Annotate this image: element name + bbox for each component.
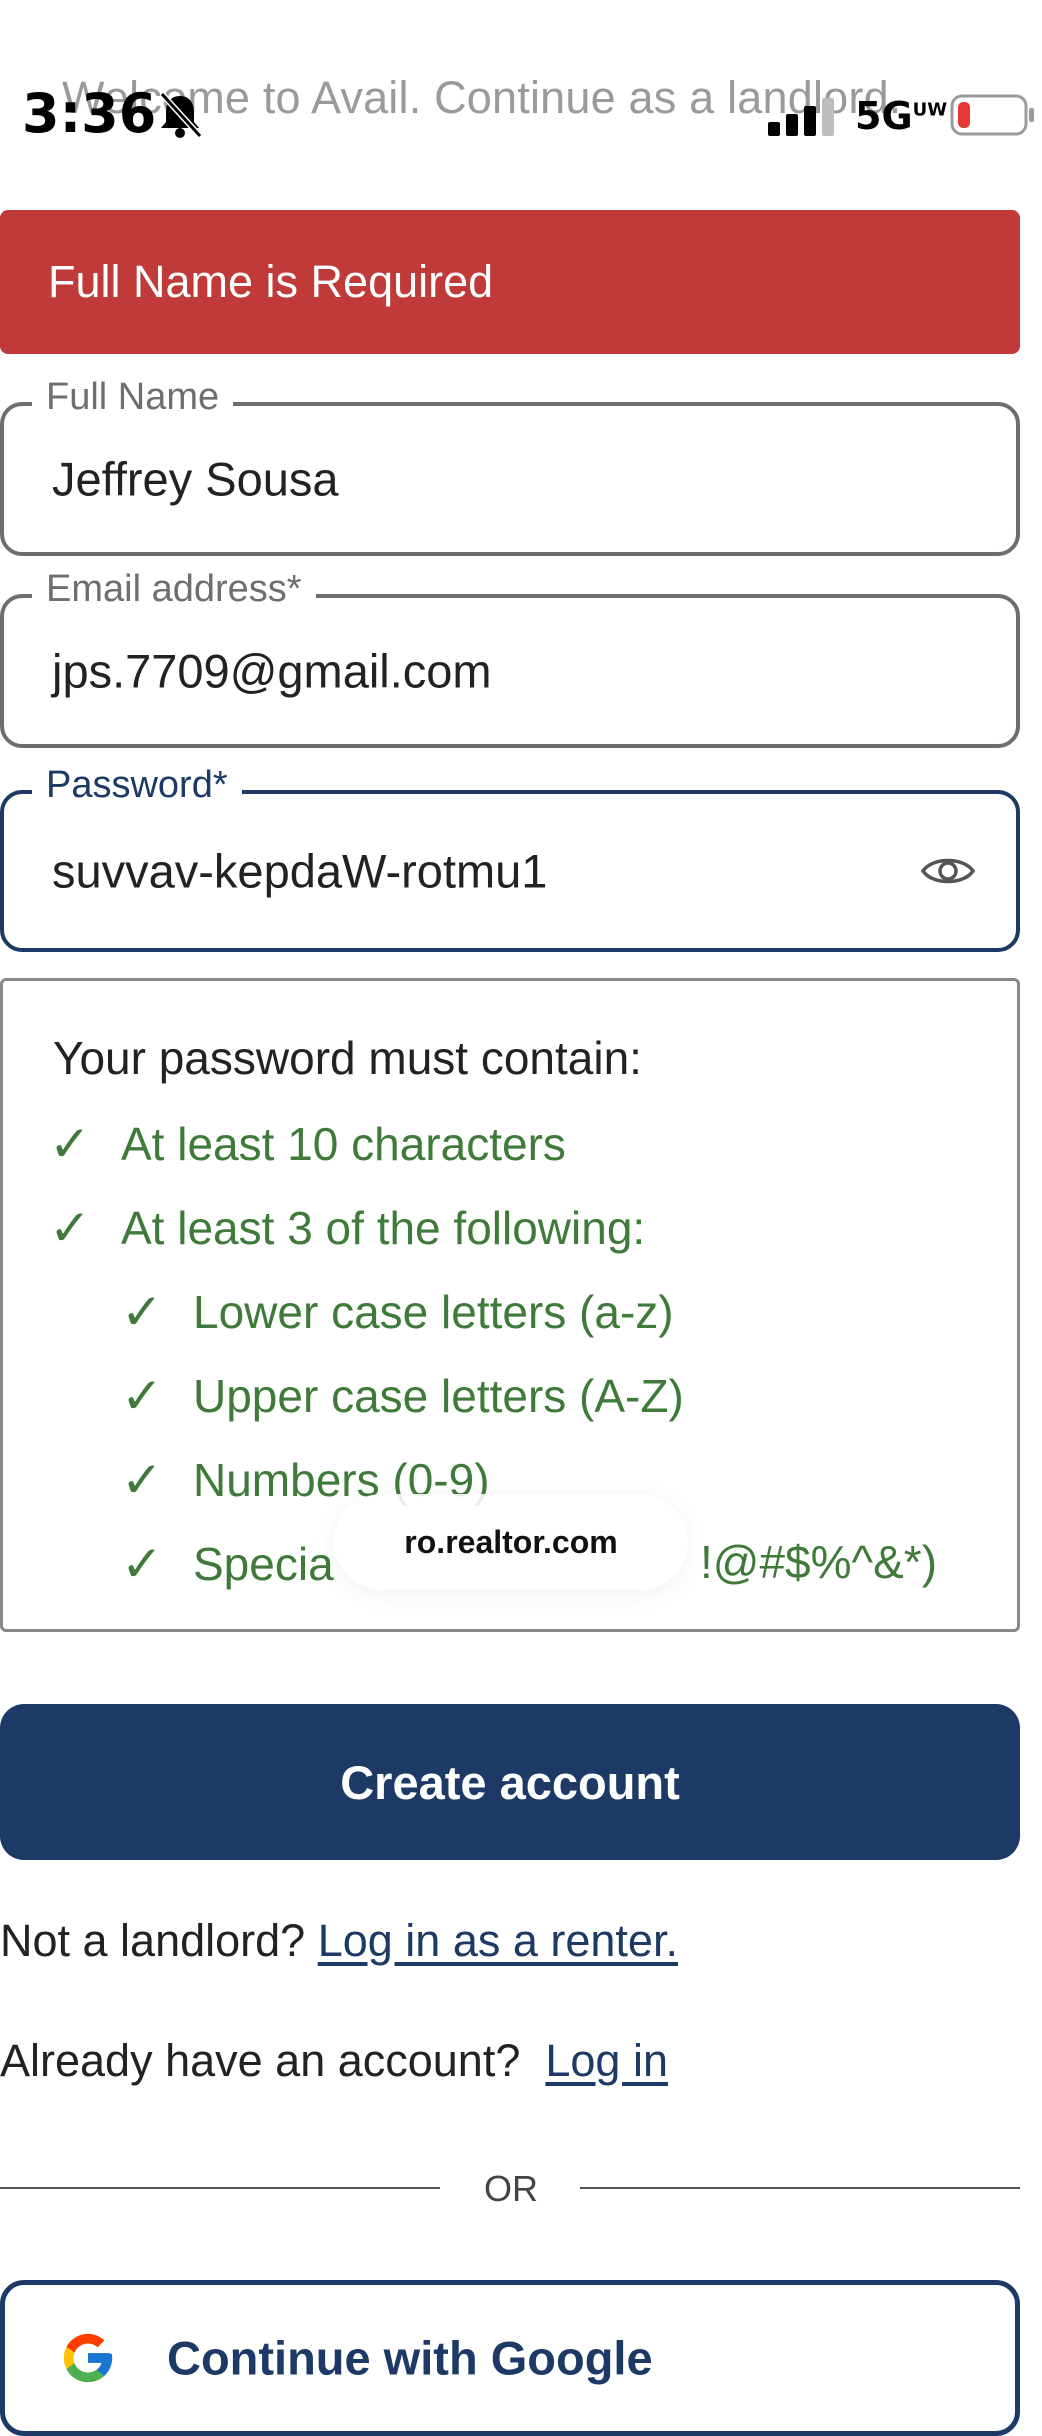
password-input[interactable]: suvvav-kepdaW-rotmu1 (52, 844, 547, 899)
signal-icon (768, 98, 834, 136)
requirement-item: ✓ At least 10 characters (49, 1116, 566, 1172)
status-time: 3:36 (22, 82, 157, 145)
full-name-input[interactable]: Jeffrey Sousa (52, 452, 339, 507)
url-toast[interactable]: ro.realtor.com (334, 1494, 688, 1590)
email-field[interactable]: Email address* jps.7709@gmail.com (0, 568, 1020, 748)
requirement-item: ✓ Lower case letters (a-z) (121, 1284, 674, 1340)
signup-screen: Welcome to Avail. Continue as a landlord… (0, 0, 1042, 2436)
requirement-item-end: !@#$%^&*) (700, 1536, 938, 1588)
requirements-title: Your password must contain: (53, 1032, 642, 1084)
full-name-field[interactable]: Full Name Jeffrey Sousa (0, 376, 1020, 556)
login-line: Already have an account? Log in (0, 2035, 668, 2086)
create-account-button[interactable]: Create account (0, 1704, 1020, 1860)
requirement-item: ✓ Specia (121, 1536, 334, 1592)
network-indicator: 5GUW (855, 94, 948, 138)
password-label: Password* (32, 764, 242, 807)
full-name-label: Full Name (32, 376, 234, 419)
google-signin-button[interactable]: Continue with Google (0, 2280, 1020, 2436)
battery-icon (950, 94, 1034, 136)
google-button-label: Continue with Google (167, 2331, 653, 2385)
check-icon: ✓ (121, 1536, 163, 1592)
bell-slash-icon (159, 91, 203, 139)
divider-left (0, 2187, 440, 2189)
error-banner: Full Name is Required (0, 210, 1020, 354)
email-label: Email address* (32, 568, 316, 611)
check-icon: ✓ (49, 1116, 91, 1172)
login-link[interactable]: Log in (545, 2035, 668, 2086)
check-icon: ✓ (121, 1284, 163, 1340)
or-label: OR (484, 2168, 538, 2209)
eye-icon[interactable] (920, 851, 976, 891)
check-icon: ✓ (121, 1452, 163, 1508)
check-icon: ✓ (49, 1200, 91, 1256)
requirement-item: ✓ Upper case letters (A-Z) (121, 1368, 684, 1424)
password-field[interactable]: Password* suvvav-kepdaW-rotmu1 (0, 764, 1020, 952)
requirement-item: ✓ At least 3 of the following: (49, 1200, 646, 1256)
renter-login-link[interactable]: Log in as a renter. (318, 1915, 678, 1966)
email-input[interactable]: jps.7709@gmail.com (52, 644, 492, 699)
google-icon (63, 2333, 113, 2383)
check-icon: ✓ (121, 1368, 163, 1424)
renter-line: Not a landlord? Log in as a renter. (0, 1915, 678, 1966)
divider-right (580, 2187, 1020, 2189)
